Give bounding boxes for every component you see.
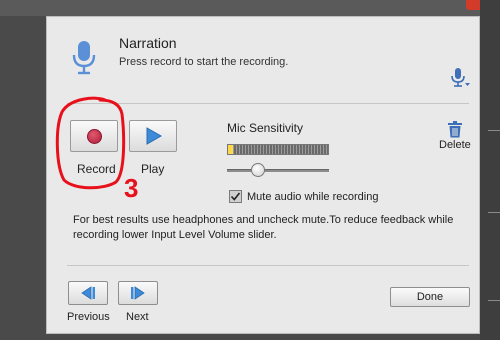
background-divider [488, 130, 500, 131]
next-label: Next [126, 311, 149, 323]
trash-icon[interactable] [447, 121, 463, 138]
section-divider [67, 103, 469, 104]
play-icon [146, 127, 163, 145]
checkmark-icon [230, 192, 241, 201]
background-window-edge [480, 0, 500, 340]
input-level-fill [228, 145, 233, 154]
delete-label: Delete [439, 139, 471, 151]
next-button[interactable] [118, 281, 158, 305]
narration-dialog: Narration Press record to start the reco… [46, 16, 480, 334]
microphone-settings-icon[interactable] [449, 67, 471, 89]
mic-sensitivity-slider-track[interactable] [227, 169, 329, 172]
background-divider [488, 212, 500, 213]
dialog-subtitle: Press record to start the recording. [119, 56, 289, 68]
mic-sensitivity-label: Mic Sensitivity [227, 121, 304, 135]
record-button[interactable] [70, 120, 118, 152]
done-button[interactable]: Done [390, 287, 470, 307]
record-icon [87, 129, 102, 144]
microphone-icon [72, 41, 96, 75]
record-label: Record [77, 162, 116, 176]
play-label: Play [141, 162, 165, 176]
section-divider [67, 265, 469, 266]
mute-audio-label: Mute audio while recording [247, 191, 379, 203]
previous-label: Previous [67, 311, 110, 323]
background-window-top [0, 0, 500, 16]
next-icon [131, 286, 145, 300]
play-button[interactable] [129, 120, 177, 152]
recording-tip-text: For best results use headphones and unch… [73, 214, 454, 241]
mute-audio-checkbox[interactable] [229, 190, 242, 203]
background-divider [488, 300, 500, 301]
mic-sensitivity-slider-thumb[interactable] [250, 163, 265, 177]
previous-button[interactable] [68, 281, 108, 305]
previous-icon [81, 286, 95, 300]
dialog-title: Narration [119, 35, 177, 51]
input-level-meter [227, 144, 329, 155]
